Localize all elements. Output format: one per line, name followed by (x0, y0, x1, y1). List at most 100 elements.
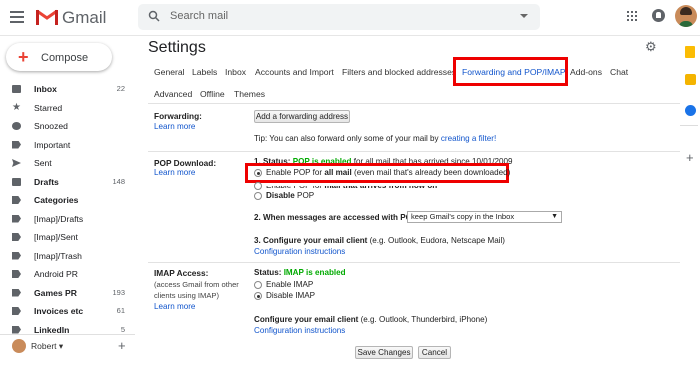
sidebar-item-label: Android PR (34, 269, 78, 279)
pop-configuration-instructions-link[interactable]: Configuration instructions (254, 247, 345, 256)
star-icon: ★ (12, 101, 21, 113)
sidebar-nav: Inbox 22 ★ Starred Snoozed Important Sen… (0, 80, 135, 339)
user-name[interactable]: Robert ▾ (31, 341, 63, 352)
pop-configure-label: 3. Configure your email client (e.g. Out… (254, 236, 506, 245)
sidebar-item-starred[interactable]: ★ Starred (0, 99, 135, 118)
forwarding-label: Forwarding: (154, 111, 202, 121)
pop-enable-all-label: Enable POP for all mail (even mail that'… (266, 168, 511, 177)
sidebar-item-label: Starred (34, 102, 63, 113)
user-avatar[interactable] (12, 339, 26, 353)
sidebar-item-label: [Imap]/Drafts (34, 213, 84, 224)
new-chat-icon[interactable]: + (118, 338, 126, 353)
sidebar-item-invoices[interactable]: Invoices etc 61 (0, 302, 135, 321)
pop-disable-label: Disable POP (266, 191, 315, 200)
tab-filters[interactable]: Filters and blocked addresses (342, 67, 456, 77)
sidebar-item-important[interactable]: Important (0, 136, 135, 155)
pop-action-select[interactable]: keep Gmail's copy in the Inbox ▼ (407, 211, 562, 223)
sidebar-item-label: Games PR (34, 287, 77, 298)
keep-icon[interactable] (685, 46, 695, 58)
gear-icon[interactable]: ⚙ (645, 39, 657, 55)
pop-enable-all-radio[interactable] (254, 169, 262, 177)
apps-grid-icon[interactable] (627, 11, 637, 21)
forwarding-tip: Tip: You can also forward only some of y… (254, 134, 497, 143)
label-icon (12, 288, 21, 297)
sidebar-item-snoozed[interactable]: Snoozed (0, 117, 135, 136)
search-icon[interactable] (148, 10, 160, 22)
imap-enable-label: Enable IMAP (266, 280, 314, 289)
imap-enable-radio[interactable] (254, 281, 262, 289)
sidebar-item-label: Categories (34, 195, 79, 205)
compose-button[interactable]: + Compose (6, 43, 112, 71)
imap-sublabel: (access Gmail from other (154, 280, 239, 289)
unread-count: 22 (116, 84, 125, 93)
draft-icon (12, 177, 21, 186)
get-addons-icon[interactable]: + (686, 150, 694, 165)
main-menu-icon[interactable] (10, 11, 24, 23)
important-icon (12, 140, 21, 149)
gmail-logo-icon[interactable] (36, 9, 58, 25)
sidebar-item-imap-sent[interactable]: [Imap]/Sent (0, 228, 135, 247)
tab-themes[interactable]: Themes (234, 89, 265, 99)
tab-forwarding-pop-imap[interactable]: Forwarding and POP/IMAP (462, 67, 566, 77)
tab-advanced[interactable]: Advanced (154, 89, 192, 99)
inbox-icon (12, 85, 21, 93)
label-icon (12, 325, 21, 334)
imap-disable-label: Disable IMAP (266, 291, 316, 300)
send-icon (12, 159, 21, 167)
tab-chat[interactable]: Chat (610, 67, 628, 77)
imap-configuration-instructions-link[interactable]: Configuration instructions (254, 326, 345, 335)
sidebar-item-imap-drafts[interactable]: [Imap]/Drafts (0, 210, 135, 229)
search-input[interactable]: Search mail (170, 10, 228, 22)
unread-count: 5 (120, 324, 125, 334)
pop-when-accessed-label: 2. When messages are accessed with POP (254, 213, 418, 222)
unread-count: 193 (112, 287, 125, 297)
tab-addons[interactable]: Add-ons (570, 67, 602, 77)
create-filter-link[interactable]: creating a filter! (441, 134, 496, 143)
imap-sublabel: clients using IMAP) (154, 291, 219, 300)
imap-access-label: IMAP Access: (154, 268, 209, 278)
sidebar-item-inbox[interactable]: Inbox 22 (0, 80, 135, 99)
label-icon (12, 307, 21, 315)
imap-configure-label: Configure your email client (e.g. Outloo… (254, 315, 488, 324)
forwarding-learn-more-link[interactable]: Learn more (154, 122, 195, 131)
calendar-icon[interactable] (685, 74, 696, 85)
imap-learn-more-link[interactable]: Learn more (154, 302, 195, 311)
sidebar-item-label: Drafts (34, 176, 59, 187)
search-options-icon[interactable] (520, 14, 528, 18)
pop-disable-radio[interactable] (254, 192, 262, 200)
pop-learn-more-link[interactable]: Learn more (154, 168, 195, 177)
divider (148, 151, 680, 152)
sidebar-item-label: Sent (34, 158, 52, 168)
label-icon (12, 196, 21, 204)
cancel-button[interactable]: Cancel (418, 346, 451, 359)
sidebar-item-label: Snoozed (34, 121, 68, 131)
notifications-icon[interactable] (652, 9, 665, 22)
sidebar-item-imap-trash[interactable]: [Imap]/Trash (0, 247, 135, 266)
sidebar-item-drafts[interactable]: Drafts 148 (0, 173, 135, 192)
pop-download-label: POP Download: (154, 158, 217, 168)
tab-offline[interactable]: Offline (200, 89, 225, 99)
sidebar-item-sent[interactable]: Sent (0, 154, 135, 173)
sidebar-item-android-pr[interactable]: Android PR (0, 265, 135, 284)
tab-labels[interactable]: Labels (192, 67, 217, 77)
compose-plus-icon: + (18, 47, 29, 67)
imap-disable-radio[interactable] (254, 292, 262, 300)
unread-count: 148 (112, 176, 125, 186)
account-avatar[interactable] (675, 5, 697, 27)
unread-count: 61 (116, 306, 125, 315)
sidebar-item-label: Invoices etc (34, 306, 84, 316)
tab-inbox[interactable]: Inbox (225, 67, 246, 77)
divider (148, 262, 680, 263)
hangouts-user-row[interactable]: Robert ▾ + (0, 334, 135, 356)
tab-general[interactable]: General (154, 67, 185, 77)
add-forwarding-address-button[interactable]: Add a forwarding address (254, 110, 350, 123)
divider (148, 103, 680, 104)
sidebar-item-games-pr[interactable]: Games PR 193 (0, 284, 135, 303)
sidebar-item-label: Inbox (34, 84, 57, 94)
tasks-icon[interactable] (685, 105, 696, 116)
sidebar-item-categories[interactable]: Categories (0, 191, 135, 210)
pop-enable-new-radio[interactable] (254, 182, 262, 190)
save-changes-button[interactable]: Save Changes (355, 346, 413, 359)
tab-accounts[interactable]: Accounts and Import (255, 67, 334, 77)
sidebar-item-label: Important (34, 139, 71, 150)
